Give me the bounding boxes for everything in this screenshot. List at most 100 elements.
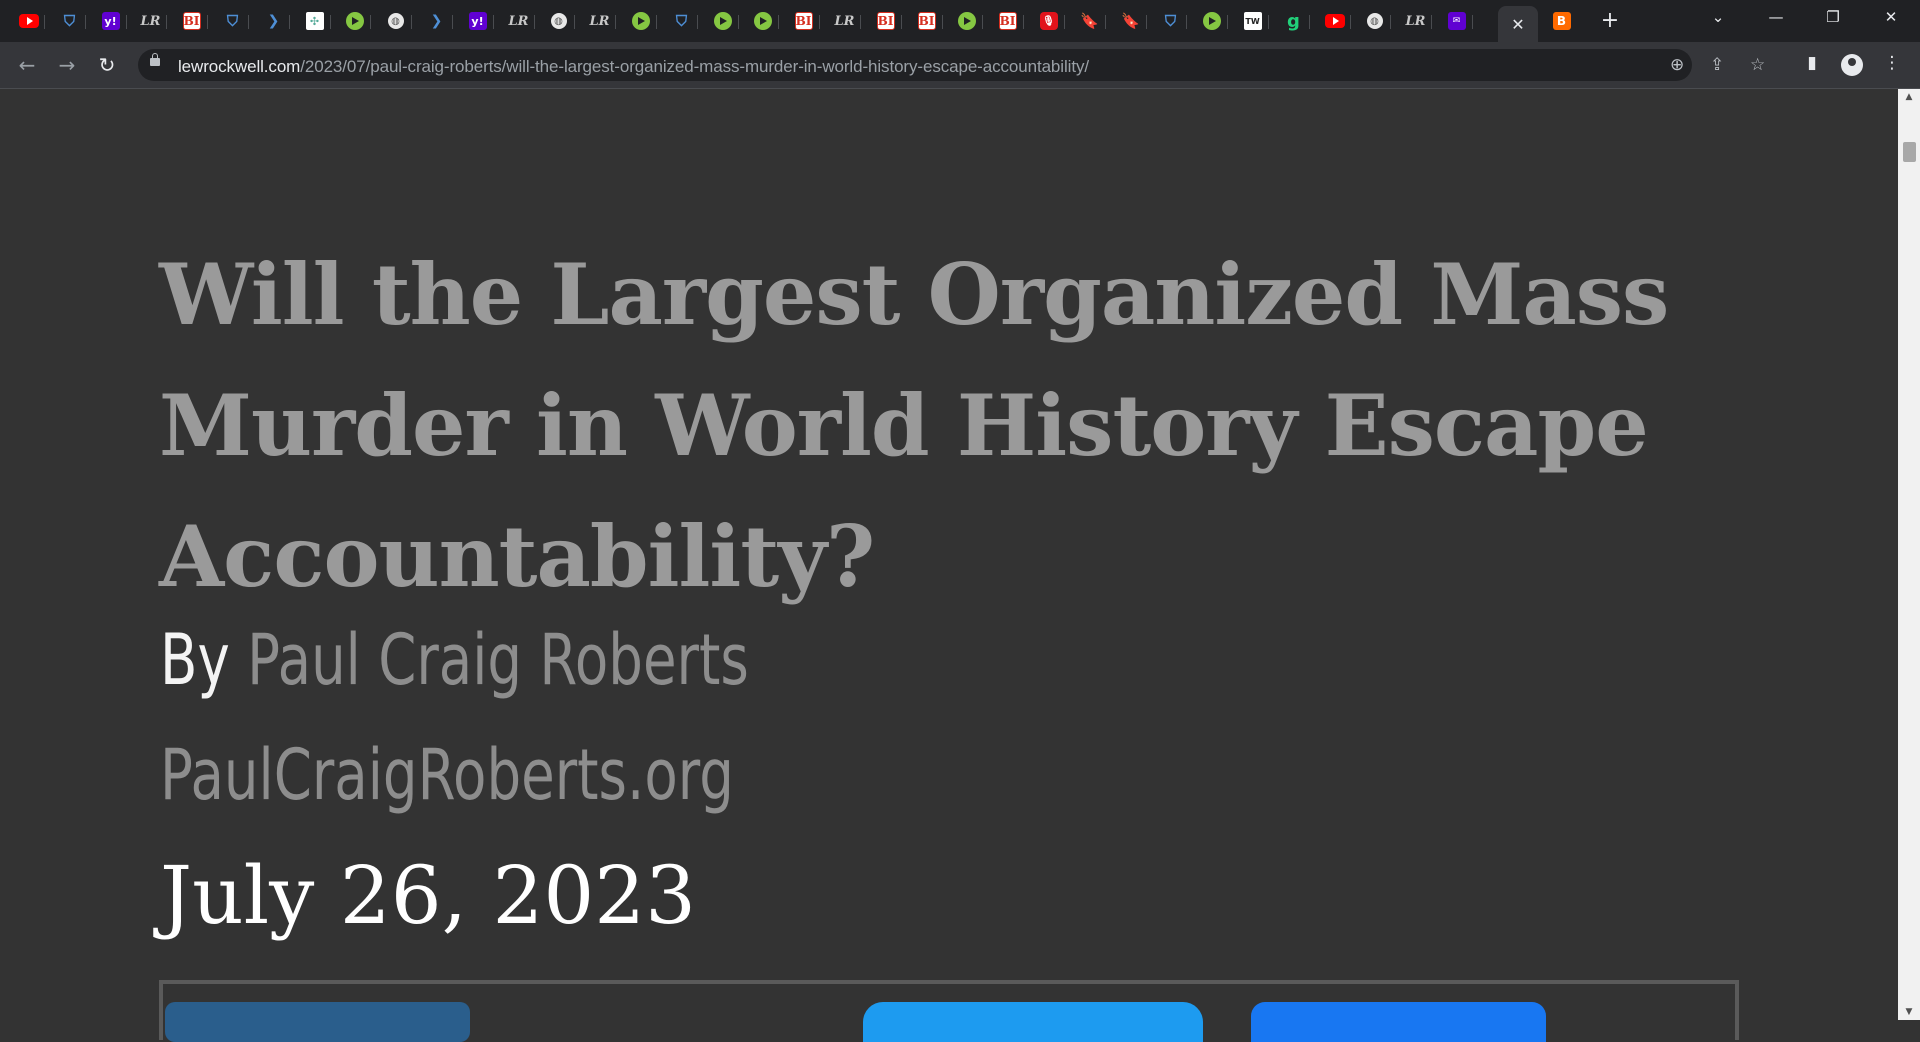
browser-tab[interactable] xyxy=(338,6,371,36)
forward-button[interactable]: → xyxy=(53,51,81,79)
reload-button[interactable]: ↻ xyxy=(93,51,121,79)
browser-tab[interactable]: y! xyxy=(94,6,127,36)
tab-separator xyxy=(942,15,943,29)
scroll-up-icon[interactable]: ▲ xyxy=(1898,89,1920,105)
scroll-down-icon[interactable]: ▼ xyxy=(1898,1004,1920,1020)
tab-separator xyxy=(85,15,86,29)
tab-separator xyxy=(534,15,535,29)
browser-tab[interactable]: BI xyxy=(787,6,820,36)
browser-tab[interactable]: 🎙 xyxy=(1032,6,1065,36)
rumble-icon xyxy=(1202,12,1221,30)
browser-tab[interactable]: ⛉ xyxy=(53,6,86,36)
side-panel-icon[interactable]: ▮ xyxy=(1800,53,1824,73)
close-tab-icon[interactable]: ✕ xyxy=(1511,15,1524,34)
tab-separator xyxy=(411,15,412,29)
browser-tab[interactable]: BI xyxy=(991,6,1024,36)
tab-brave[interactable]: B xyxy=(1545,6,1578,36)
rumble-icon xyxy=(631,12,650,30)
browser-tab[interactable]: ◍ xyxy=(542,6,575,36)
browser-tab[interactable] xyxy=(12,6,45,36)
bookmark-icon: 🔖 xyxy=(1121,12,1140,30)
share-button[interactable] xyxy=(165,1002,470,1042)
tab-separator xyxy=(901,15,902,29)
tab-separator xyxy=(656,15,657,29)
microphone-icon: 🎙 xyxy=(1039,12,1058,30)
brave-icon: B xyxy=(1552,12,1571,30)
business-insider-icon: BI xyxy=(876,12,895,30)
author-link[interactable]: Paul Craig Roberts xyxy=(247,619,749,701)
profile-avatar[interactable] xyxy=(1841,54,1863,76)
globe-icon: ◍ xyxy=(1366,13,1383,29)
source-link[interactable]: PaulCraigRoberts.org xyxy=(160,734,734,816)
address-bar[interactable]: lewrockwell.com/2023/07/paul-craig-rober… xyxy=(138,49,1765,81)
browser-tab[interactable]: ⛉ xyxy=(1154,6,1187,36)
browser-tab[interactable]: LR xyxy=(828,6,861,36)
tab-separator xyxy=(982,15,983,29)
puzzle-icon: ✣ xyxy=(305,12,324,30)
tab-separator xyxy=(1064,15,1065,29)
browser-tab[interactable]: BI xyxy=(175,6,208,36)
minimize-button[interactable]: — xyxy=(1761,8,1791,26)
tab-separator xyxy=(819,15,820,29)
browser-tab[interactable]: BI xyxy=(910,6,943,36)
browser-tab[interactable]: ◍ xyxy=(1358,6,1391,36)
globe-icon: ◍ xyxy=(387,13,404,29)
url-host: lewrockwell.com xyxy=(178,57,301,76)
browser-tab[interactable]: 🔖 xyxy=(1114,6,1147,36)
browser-tab[interactable] xyxy=(950,6,983,36)
facebook-share-button[interactable] xyxy=(1251,1002,1546,1042)
browser-tab[interactable]: ❯ xyxy=(257,6,290,36)
new-tab-button[interactable]: + xyxy=(1596,8,1624,36)
shield-icon: ⛉ xyxy=(63,12,76,30)
browser-tab[interactable]: BI xyxy=(869,6,902,36)
zoom-icon[interactable]: ⊕ xyxy=(1670,55,1684,75)
tab-separator xyxy=(574,15,575,29)
close-window-button[interactable]: ✕ xyxy=(1876,8,1906,26)
browser-tab[interactable]: TW xyxy=(1236,6,1269,36)
bookmark-star-icon[interactable]: ☆ xyxy=(1750,55,1765,75)
tab-separator xyxy=(615,15,616,29)
tab-separator xyxy=(166,15,167,29)
browser-tab[interactable] xyxy=(1318,6,1351,36)
share-box xyxy=(159,980,1739,1042)
browser-tab[interactable] xyxy=(624,6,657,36)
lock-icon[interactable] xyxy=(150,53,160,66)
scroll-thumb[interactable] xyxy=(1903,142,1916,162)
active-tab[interactable]: ✕ xyxy=(1498,6,1538,42)
tab-separator xyxy=(1268,15,1269,29)
browser-tab[interactable]: ✣ xyxy=(298,6,331,36)
youtube-icon xyxy=(1324,14,1345,28)
page-scrollbar[interactable]: ▲ ▼ xyxy=(1898,89,1920,1020)
browser-tab[interactable]: ◍ xyxy=(379,6,412,36)
tab-separator xyxy=(697,15,698,29)
browser-tab[interactable]: ⛉ xyxy=(216,6,249,36)
menu-icon[interactable]: ⋮ xyxy=(1880,53,1904,73)
browser-tab[interactable]: g xyxy=(1277,6,1310,36)
browser-tab[interactable]: LR xyxy=(1399,6,1432,36)
url-text[interactable]: lewrockwell.com/2023/07/paul-craig-rober… xyxy=(178,57,1089,77)
browser-tab[interactable]: ✉ xyxy=(1440,6,1473,36)
twitter-share-button[interactable] xyxy=(863,1002,1203,1042)
tab-separator xyxy=(493,15,494,29)
browser-tab[interactable] xyxy=(746,6,779,36)
yahoo-icon: y! xyxy=(468,12,487,30)
back-button[interactable]: ← xyxy=(13,51,41,79)
tab-separator xyxy=(1431,15,1432,29)
tab-search-button[interactable]: ⌄ xyxy=(1703,8,1733,26)
browser-tab[interactable] xyxy=(1195,6,1228,36)
browser-tab[interactable] xyxy=(706,6,739,36)
browser-tab[interactable]: LR xyxy=(134,6,167,36)
browser-tab[interactable]: 🔖 xyxy=(1073,6,1106,36)
lewrockwell-icon: LR xyxy=(140,13,161,29)
browser-tab[interactable]: LR xyxy=(583,6,616,36)
tab-separator xyxy=(452,15,453,29)
share-icon[interactable]: ⇪ xyxy=(1710,55,1724,75)
browser-tab[interactable]: ⛉ xyxy=(665,6,698,36)
browser-tab[interactable]: LR xyxy=(502,6,535,36)
rumble-icon xyxy=(345,12,364,30)
yahoo-mail-icon: ✉ xyxy=(1447,12,1466,30)
restore-button[interactable]: ❐ xyxy=(1818,8,1848,26)
browser-tab[interactable]: ❯ xyxy=(420,6,453,36)
browser-tab[interactable]: y! xyxy=(461,6,494,36)
rumble-icon xyxy=(713,12,732,30)
